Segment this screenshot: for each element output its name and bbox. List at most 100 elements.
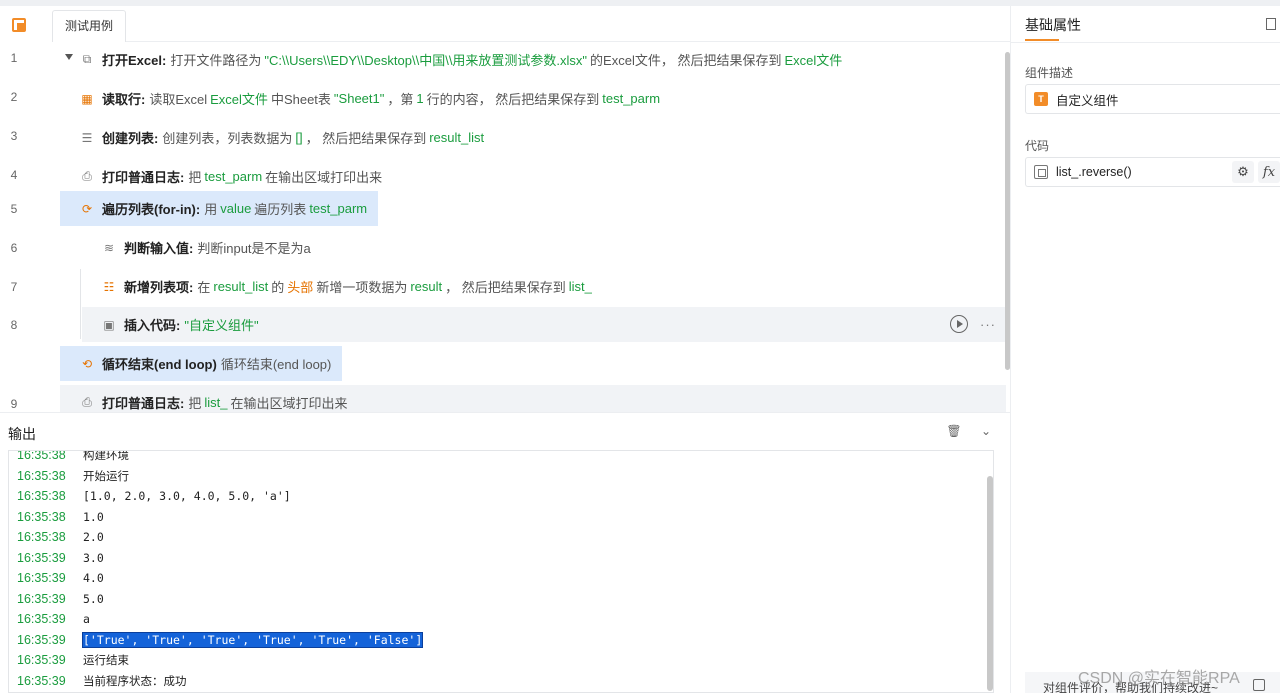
tab-bar: 测试用例	[52, 6, 1010, 42]
line-number: 6	[10, 241, 18, 255]
step-check-input[interactable]: ≋ 判断输入值: 判断input是不是为a	[82, 230, 322, 265]
collapse-double-chevron-icon[interactable]: ⌄	[978, 423, 994, 439]
step-title: 打印普通日志:	[102, 170, 185, 185]
printer-icon: ⎙	[82, 169, 92, 183]
run-step-icon[interactable]	[950, 315, 968, 333]
code-field[interactable]: list_.reverse() ⚙ fx	[1025, 157, 1280, 187]
step-create-list[interactable]: ☰ 创建列表: 创建列表，列表数据为[]， 然后把结果保存到 result_list	[60, 120, 495, 155]
step-title: 打开Excel:	[102, 53, 167, 68]
loop-icon: ⟳	[81, 201, 93, 216]
step-text: 在输出区域打印出来	[265, 170, 383, 185]
log-message: 5.0	[83, 591, 104, 606]
list-create-icon: ☰	[81, 130, 93, 145]
step-text: 把	[188, 170, 202, 185]
excel-open-icon: ⧉	[82, 52, 92, 66]
step-text: 在输出区域打印出来	[230, 396, 348, 411]
log-timestamp: 16:35:39	[17, 591, 66, 606]
log-line: 16:35:39 4.0	[9, 568, 993, 589]
log-timestamp: 16:35:39	[17, 673, 66, 688]
line-number: 4	[10, 168, 18, 182]
log-message: 3.0	[83, 550, 104, 565]
step-row[interactable]: 5 ⟳ 遍历列表(for-in): 用 value 遍历列表 test_parm	[0, 191, 1006, 226]
line-number: 3	[10, 129, 18, 143]
line-number: 9	[10, 397, 18, 411]
step-param[interactable]: result_list	[213, 279, 268, 294]
step-open-excel[interactable]: ⧉ 打开Excel: 打开文件路径为 "C:\\Users\\EDY\\Deskto…	[60, 42, 853, 77]
step-row[interactable]: 1 ⧉ 打开Excel: 打开文件路径为 "C:\\Users\\EDY\\Desk…	[0, 42, 1006, 77]
flow-icon[interactable]	[12, 18, 26, 32]
panel-toggle-icon[interactable]	[1266, 18, 1276, 30]
step-text: 打开文件路径为	[170, 53, 262, 68]
step-param[interactable]: "自定义组件"	[184, 315, 258, 334]
settings-gear-icon[interactable]: ⚙	[1232, 161, 1254, 183]
line-number: 5	[10, 202, 18, 216]
step-param[interactable]: test_parm	[309, 201, 367, 216]
step-end-loop[interactable]: ⟲ 循环结束(end loop) 循环结束(end loop)	[60, 346, 343, 381]
log-timestamp: 16:35:38	[17, 530, 66, 544]
step-param[interactable]: "C:\\Users\\EDY\\Desktop\\中国\\用来放置测试参数.x…	[264, 50, 587, 69]
step-text: 中Sheet表	[270, 92, 331, 107]
log-timestamp: 16:35:39	[17, 632, 66, 647]
tab-basic-properties[interactable]: 基础属性	[1025, 15, 1081, 35]
log-message: 1.0	[83, 509, 104, 524]
step-row[interactable]: 7 ☷ 新增列表项: 在 result_list 的头部 新增一项数据为 result， …	[0, 269, 1006, 304]
step-row[interactable]: 2 ▦ 读取行: 读取Excel Excel文件 中Sheet表 "Sheet1" ，第 1…	[0, 81, 1006, 116]
step-param[interactable]: "Sheet1"	[334, 91, 384, 106]
desc-field[interactable]: T 自定义组件	[1025, 84, 1280, 114]
step-add-list-item[interactable]: ☷ 新增列表项: 在 result_list 的头部 新增一项数据为 result， 然后…	[82, 269, 603, 304]
output-log[interactable]: 16:35:38 构建环境 16:35:38 开始运行 16:35:38 [1.0, 2.…	[8, 450, 994, 693]
log-message: 运行结束	[83, 653, 129, 667]
step-param[interactable]: test_parm	[204, 169, 262, 184]
step-row[interactable]: 6 ≋ 判断输入值: 判断input是不是为a	[0, 230, 1006, 265]
log-line: 16:35:39 ['True', 'True', 'True', 'True',…	[9, 630, 993, 651]
trash-icon[interactable]: 🗑	[946, 423, 962, 439]
layers-icon: ≋	[103, 240, 115, 255]
step-row[interactable]: ⟲ 循环结束(end loop) 循环结束(end loop)	[0, 346, 1006, 381]
list-add-icon: ☷	[103, 279, 115, 294]
log-line: 16:35:38 构建环境	[9, 450, 993, 466]
step-text: 读取Excel	[149, 92, 208, 107]
log-message: 构建环境	[83, 450, 129, 462]
log-message: ['True', 'True', 'True', 'True', 'True',…	[81, 631, 424, 648]
more-icon[interactable]: ···	[980, 317, 996, 332]
step-text: 行的内容， 然后把结果保存到	[426, 92, 600, 107]
log-line: 16:35:39 a	[9, 609, 993, 630]
step-param[interactable]: Excel文件	[210, 89, 268, 108]
step-param[interactable]: list_	[569, 279, 592, 294]
step-param[interactable]: 1	[416, 91, 423, 106]
step-title: 遍历列表(for-in):	[102, 202, 201, 217]
feedback-icon[interactable]	[1253, 679, 1265, 691]
step-row[interactable]: 3 ☰ 创建列表: 创建列表，列表数据为[]， 然后把结果保存到 result_li…	[0, 120, 1006, 155]
fx-button[interactable]: fx	[1258, 161, 1280, 183]
step-param[interactable]: test_parm	[602, 91, 660, 106]
flow-editor: 1 ⧉ 打开Excel: 打开文件路径为 "C:\\Users\\EDY\\Desk…	[0, 42, 1010, 412]
step-param[interactable]: 头部	[287, 277, 313, 296]
loop-end-icon: ⟲	[81, 356, 93, 371]
step-param[interactable]: value	[220, 201, 251, 216]
step-read-row[interactable]: ▦ 读取行: 读取Excel Excel文件 中Sheet表 "Sheet1" ，第 1 行的…	[60, 81, 671, 116]
step-row-selected[interactable]: 8 ▣ 插入代码: "自定义组件" ···	[11, 307, 1006, 342]
code-icon: ▣	[103, 317, 115, 332]
log-line: 16:35:38 1.0	[9, 507, 993, 528]
output-scrollbar[interactable]	[987, 476, 993, 691]
step-row[interactable]: 9 ⎙ 打印普通日志: 把 list_ 在输出区域打印出来	[11, 385, 1006, 412]
log-line: 16:35:38 开始运行	[9, 466, 993, 487]
step-insert-code[interactable]: ▣ 插入代码: "自定义组件"	[82, 307, 270, 342]
step-param[interactable]: result	[410, 279, 442, 294]
step-text: ，第	[387, 92, 414, 107]
step-title: 读取行:	[102, 92, 146, 107]
step-param[interactable]: Excel文件	[784, 50, 842, 69]
step-row[interactable]: 4 ⎙ 打印普通日志: 把 test_parm 在输出区域打印出来	[0, 159, 1006, 194]
step-print-log-2[interactable]: ⎙ 打印普通日志: 把 list_ 在输出区域打印出来	[60, 385, 359, 412]
step-param[interactable]: list_	[204, 395, 227, 410]
step-title: 新增列表项:	[124, 280, 194, 295]
step-for-in-loop[interactable]: ⟳ 遍历列表(for-in): 用 value 遍历列表 test_parm	[60, 191, 379, 226]
step-print-log[interactable]: ⎙ 打印普通日志: 把 test_parm 在输出区域打印出来	[60, 159, 393, 194]
step-text: 创建列表，列表数据为	[162, 131, 293, 146]
tab-test-case[interactable]: 测试用例	[52, 10, 127, 42]
step-param[interactable]: []	[295, 130, 302, 145]
log-list: 16:35:38 构建环境 16:35:38 开始运行 16:35:38 [1.0, 2.…	[9, 450, 993, 691]
step-param[interactable]: result_list	[429, 130, 484, 145]
log-message: a	[83, 612, 90, 626]
step-title: 插入代码:	[124, 318, 181, 333]
